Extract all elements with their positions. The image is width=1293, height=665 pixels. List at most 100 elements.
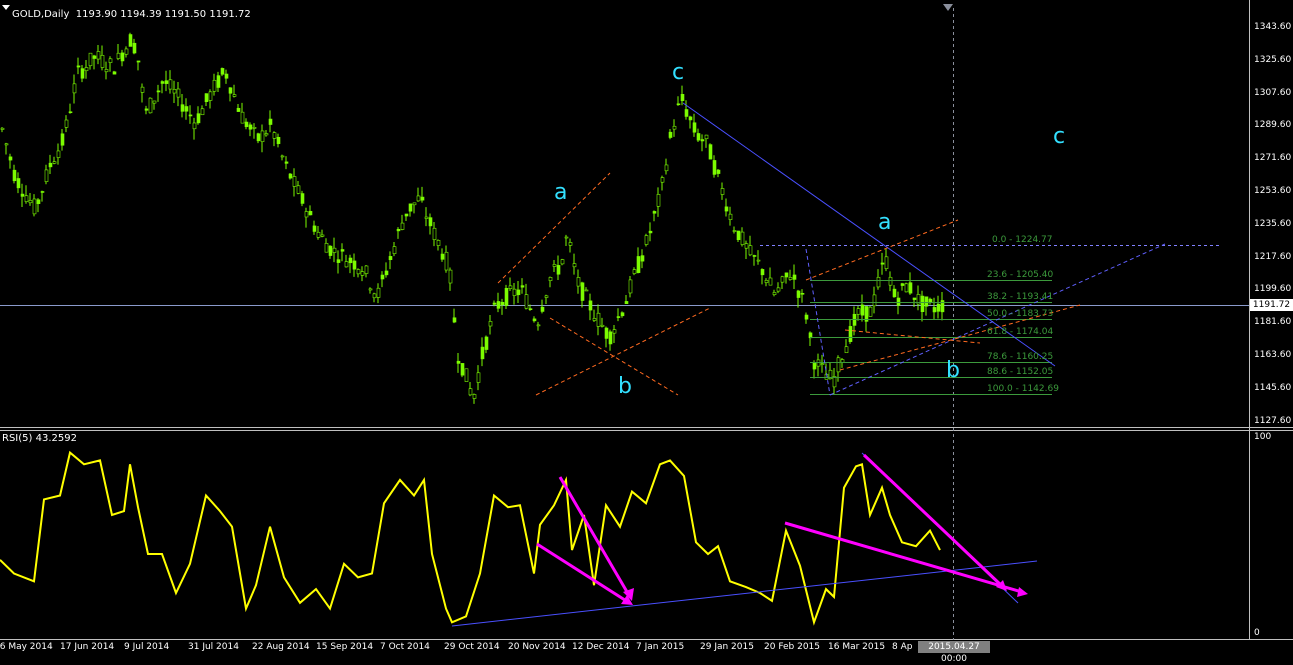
chart-shift-marker-icon[interactable] [943, 4, 953, 11]
candle-body [384, 270, 389, 276]
candle-body [912, 297, 917, 300]
candle-body [60, 133, 65, 146]
candle-body [20, 193, 25, 197]
fib-level-label: 100.0 - 1142.69 [987, 383, 1059, 394]
candle-body [432, 227, 437, 240]
candle-body [904, 283, 909, 293]
fib-level-label: 78.6 - 1160.25 [987, 351, 1054, 362]
candle-body [128, 34, 133, 47]
candle-body [756, 259, 761, 262]
candle-body [480, 346, 485, 360]
candle-body [456, 360, 461, 364]
candle-body [668, 131, 673, 138]
candle-body [332, 247, 337, 253]
candle-body [320, 234, 325, 237]
candle-body [112, 71, 117, 75]
candle-body [928, 298, 933, 303]
candle-body [100, 55, 105, 68]
candle-body [76, 65, 81, 68]
candle-body [932, 307, 937, 313]
candle-body [360, 271, 365, 276]
candle-body [840, 359, 845, 363]
candle-body [376, 287, 381, 298]
candle-body [388, 256, 393, 261]
candle-body [412, 202, 417, 206]
candle-body [304, 211, 309, 218]
chart-menu-icon[interactable] [2, 5, 10, 10]
candle-body [700, 139, 705, 142]
candle-body [924, 296, 929, 307]
candle-body [752, 255, 757, 257]
candle-body [136, 60, 141, 63]
candle-body [140, 86, 145, 93]
candle-body [216, 75, 221, 88]
candle-body [184, 106, 189, 112]
candle-body [84, 67, 89, 72]
candle-body [760, 269, 765, 276]
price-tick: 1199.60 [1254, 284, 1292, 295]
chart-title: GOLD,Daily 1193.90 1194.39 1191.50 1191.… [12, 9, 251, 20]
candle-body [468, 388, 473, 396]
candle-body [228, 87, 233, 94]
price-tick: 1343.60 [1254, 22, 1292, 32]
candle-body [8, 156, 13, 161]
candle-body [472, 394, 477, 399]
candle-body [708, 144, 713, 160]
candle-body [660, 177, 665, 183]
candle-body [592, 318, 597, 321]
date-tick: 20 Nov 2014 [508, 642, 566, 652]
candle-body [244, 121, 249, 128]
candle-body [452, 317, 457, 323]
candle-body [584, 289, 589, 292]
date-tick: 7 Oct 2014 [380, 642, 430, 652]
date-tick: 16 Mar 2015 [828, 642, 886, 652]
candle-body [176, 88, 181, 98]
candle-body [836, 357, 841, 373]
candle-body [276, 137, 281, 145]
candle-body [500, 301, 505, 306]
candle-body [212, 79, 217, 92]
candle-body [364, 265, 369, 274]
candle-body [476, 372, 481, 383]
candle-body [684, 109, 689, 117]
fib-level-label: 88.6 - 1152.05 [987, 366, 1054, 377]
candle-body [860, 304, 865, 316]
rsi-title: RSI(5) 43.2592 [2, 433, 77, 444]
candle-body [252, 127, 257, 129]
fib-level-label: 38.2 - 1193.41 [987, 291, 1054, 302]
candle-body [132, 42, 137, 54]
candle-body [596, 312, 601, 327]
candle-body [672, 125, 677, 130]
candle-body [92, 55, 97, 59]
candle-body [148, 97, 153, 114]
candle-body [704, 134, 709, 140]
candle-body [524, 294, 529, 309]
candle-body [64, 119, 69, 128]
candle-body [616, 316, 621, 318]
candle-body [796, 290, 801, 298]
candle-body [636, 256, 641, 273]
candle-body [564, 236, 569, 239]
candle-body [888, 276, 893, 286]
candle-body [180, 104, 185, 112]
fib-level-label: 0.0 - 1224.77 [992, 234, 1053, 245]
candle-body [196, 113, 201, 124]
candle-body [532, 318, 537, 322]
chart-area[interactable] [0, 0, 1293, 653]
candle-body [280, 155, 285, 158]
candle-body [608, 331, 613, 345]
candle-body [116, 52, 121, 59]
candle-body [340, 249, 345, 252]
candle-body [308, 210, 313, 216]
candle-body [380, 274, 385, 280]
cursor-time-badge: 2015.04.27 00:00 [918, 641, 990, 664]
fib-level-label: 50.0 - 1183.73 [987, 308, 1054, 319]
candle-body [292, 176, 297, 187]
candle-body [492, 302, 497, 305]
candle-body [436, 240, 441, 246]
candle-body [240, 111, 245, 124]
candle-body [352, 260, 357, 270]
candle-body [572, 263, 577, 268]
candle-body [816, 359, 821, 367]
rsi-annotations[interactable] [451, 452, 1038, 627]
